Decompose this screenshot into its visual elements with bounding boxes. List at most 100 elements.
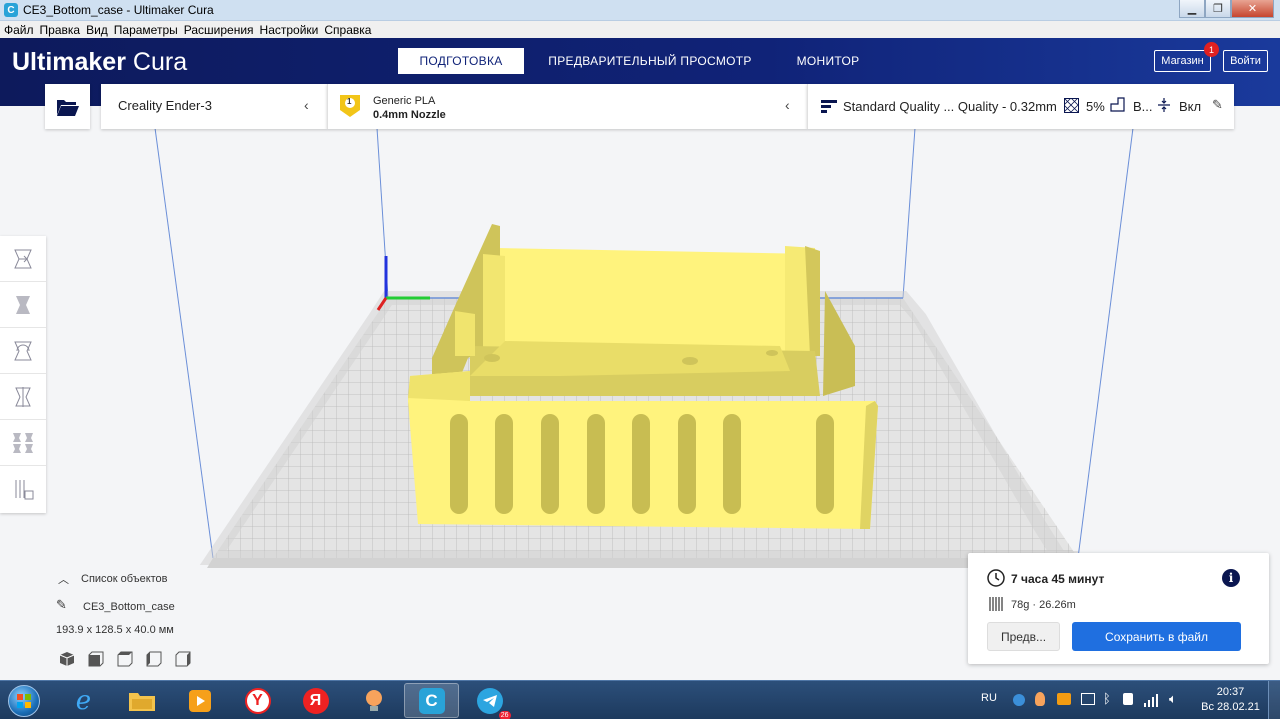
maximize-button[interactable]: ❐ bbox=[1205, 0, 1231, 18]
save-to-file-button[interactable]: Сохранить в файл bbox=[1072, 622, 1241, 651]
right-view-icon[interactable] bbox=[175, 651, 191, 667]
cura-app-icon: C bbox=[4, 3, 18, 17]
volume-edge-right-front bbox=[1077, 127, 1134, 559]
show-desktop-button[interactable] bbox=[1268, 681, 1280, 719]
taskbar-tips-app[interactable] bbox=[346, 683, 401, 718]
menu-view[interactable]: Вид bbox=[86, 23, 108, 37]
marketplace-button[interactable]: Магазин bbox=[1154, 50, 1211, 72]
menu-parameters[interactable]: Параметры bbox=[114, 23, 178, 37]
object-name: CE3_Bottom_case bbox=[83, 601, 175, 613]
taskbar-yandex-browser[interactable]: Y bbox=[230, 683, 285, 718]
front-view-icon[interactable] bbox=[88, 651, 104, 667]
adhesion-icon bbox=[1158, 98, 1170, 112]
tab-monitor[interactable]: МОНИТОР bbox=[780, 48, 876, 74]
taskbar-clock[interactable]: 20:37 Вс 28.02.21 bbox=[1193, 685, 1268, 715]
folder-open-icon bbox=[56, 99, 79, 116]
taskbar-cura[interactable]: C bbox=[404, 683, 459, 718]
per-model-settings-icon bbox=[13, 432, 33, 453]
per-model-settings-tool[interactable] bbox=[0, 420, 46, 466]
scale-icon bbox=[16, 295, 30, 314]
quality-profile: Standard Quality ... Quality - 0.32mm bbox=[843, 99, 1057, 114]
chevron-left-icon: ‹ bbox=[304, 97, 309, 113]
infill-icon bbox=[1064, 98, 1079, 113]
clock-time: 20:37 bbox=[1216, 686, 1245, 698]
object-dimensions: 193.9 x 128.5 x 40.0 мм bbox=[56, 624, 174, 636]
menu-file[interactable]: Файл bbox=[4, 23, 34, 37]
printer-selector[interactable]: Creality Ender-3 ‹ bbox=[101, 84, 327, 129]
support-icon bbox=[1110, 97, 1125, 112]
chevron-left-icon: ‹ bbox=[785, 97, 790, 113]
taskbar-telegram[interactable]: 26 bbox=[462, 683, 517, 719]
vent-slot bbox=[495, 414, 513, 514]
volume-edge-right-back bbox=[902, 127, 916, 299]
marketplace-badge: 1 bbox=[1204, 42, 1219, 57]
volume-icon[interactable]: 🔈︎ bbox=[1169, 691, 1177, 707]
vent-slot bbox=[678, 414, 696, 514]
left-view-icon[interactable] bbox=[146, 651, 162, 667]
taskbar-yandex[interactable]: Я bbox=[288, 683, 343, 718]
windows-logo-icon bbox=[8, 684, 40, 717]
minimize-button[interactable]: ▁ bbox=[1179, 0, 1205, 18]
clock-date: Вс 28.02.21 bbox=[1201, 701, 1260, 713]
taskbar-internet-explorer[interactable]: e bbox=[56, 683, 111, 718]
bluetooth-icon[interactable]: ᛒ bbox=[1103, 691, 1111, 706]
material-selector[interactable]: 1 Generic PLA 0.4mm Nozzle ‹ bbox=[327, 84, 807, 129]
taskbar-media-player[interactable] bbox=[172, 683, 227, 718]
material-usage: 78g · 26.26m bbox=[1011, 599, 1076, 611]
menu-help[interactable]: Справка bbox=[324, 23, 371, 37]
clock-icon bbox=[987, 569, 1005, 587]
print-time: 7 часа 45 минут bbox=[1011, 572, 1105, 586]
move-icon bbox=[14, 249, 32, 268]
lightbulb-icon bbox=[365, 689, 382, 711]
object-list-title: Список объектов bbox=[81, 573, 168, 585]
vent-slot bbox=[632, 414, 650, 514]
scale-tool[interactable] bbox=[0, 282, 46, 328]
mirror-icon bbox=[15, 386, 31, 407]
vent-slot bbox=[816, 414, 834, 514]
material-name: Generic PLA bbox=[373, 95, 436, 107]
tray-notes-icon[interactable] bbox=[1057, 693, 1071, 705]
tab-prepare[interactable]: ПОДГОТОВКА bbox=[398, 48, 524, 74]
tool-strip bbox=[0, 236, 46, 513]
printer-name: Creality Ender-3 bbox=[118, 98, 212, 113]
start-button[interactable] bbox=[2, 682, 46, 719]
open-file-button[interactable] bbox=[45, 84, 90, 129]
mirror-tool[interactable] bbox=[0, 374, 46, 420]
tray-window-icon[interactable] bbox=[1081, 693, 1095, 705]
close-button[interactable]: ✕ bbox=[1231, 0, 1274, 18]
print-settings-selector[interactable]: Standard Quality ... Quality - 0.32mm 5%… bbox=[807, 84, 1234, 129]
vent-slot bbox=[723, 414, 741, 514]
media-player-icon bbox=[188, 689, 211, 712]
login-button[interactable]: Войти bbox=[1223, 50, 1268, 72]
language-indicator[interactable]: RU bbox=[981, 692, 997, 704]
rotate-tool[interactable] bbox=[0, 328, 46, 374]
infill-value: 5% bbox=[1086, 99, 1105, 114]
telegram-icon: 26 bbox=[476, 687, 511, 719]
top-view-icon[interactable] bbox=[117, 651, 133, 667]
support-blocker-tool[interactable] bbox=[0, 466, 46, 512]
taskbar-explorer[interactable] bbox=[114, 683, 169, 718]
tray-app-icon[interactable] bbox=[1013, 694, 1025, 706]
menu-edit[interactable]: Правка bbox=[40, 23, 81, 37]
cura-icon: C bbox=[418, 687, 445, 714]
quality-icon bbox=[821, 100, 837, 113]
app-logo: Ultimaker Cura bbox=[12, 48, 188, 76]
window-title: CE3_Bottom_case - Ultimaker Cura bbox=[23, 3, 214, 17]
yandex-browser-icon: Y bbox=[244, 687, 271, 714]
extruder-number: 1 bbox=[347, 97, 352, 106]
tray-lightbulb-icon[interactable] bbox=[1035, 692, 1045, 706]
move-tool[interactable] bbox=[0, 236, 46, 282]
menu-extensions[interactable]: Расширения bbox=[184, 23, 254, 37]
preview-button[interactable]: Предв... bbox=[987, 622, 1060, 651]
power-icon[interactable] bbox=[1123, 693, 1133, 705]
folder-icon bbox=[128, 692, 155, 711]
3d-view-icon[interactable] bbox=[59, 651, 75, 667]
menu-preferences[interactable]: Настройки bbox=[260, 23, 319, 37]
filament-icon bbox=[989, 597, 1003, 611]
signal-icon[interactable] bbox=[1143, 693, 1159, 707]
info-icon[interactable]: i bbox=[1222, 569, 1240, 587]
tab-preview[interactable]: ПРЕДВАРИТЕЛЬНЫЙ ПРОСМОТР bbox=[540, 48, 760, 74]
window-titlebar: C CE3_Bottom_case - Ultimaker Cura ▁ ❐ ✕ bbox=[0, 0, 1280, 21]
pencil-icon[interactable]: ✎ bbox=[56, 597, 67, 613]
rotate-icon bbox=[14, 341, 32, 360]
